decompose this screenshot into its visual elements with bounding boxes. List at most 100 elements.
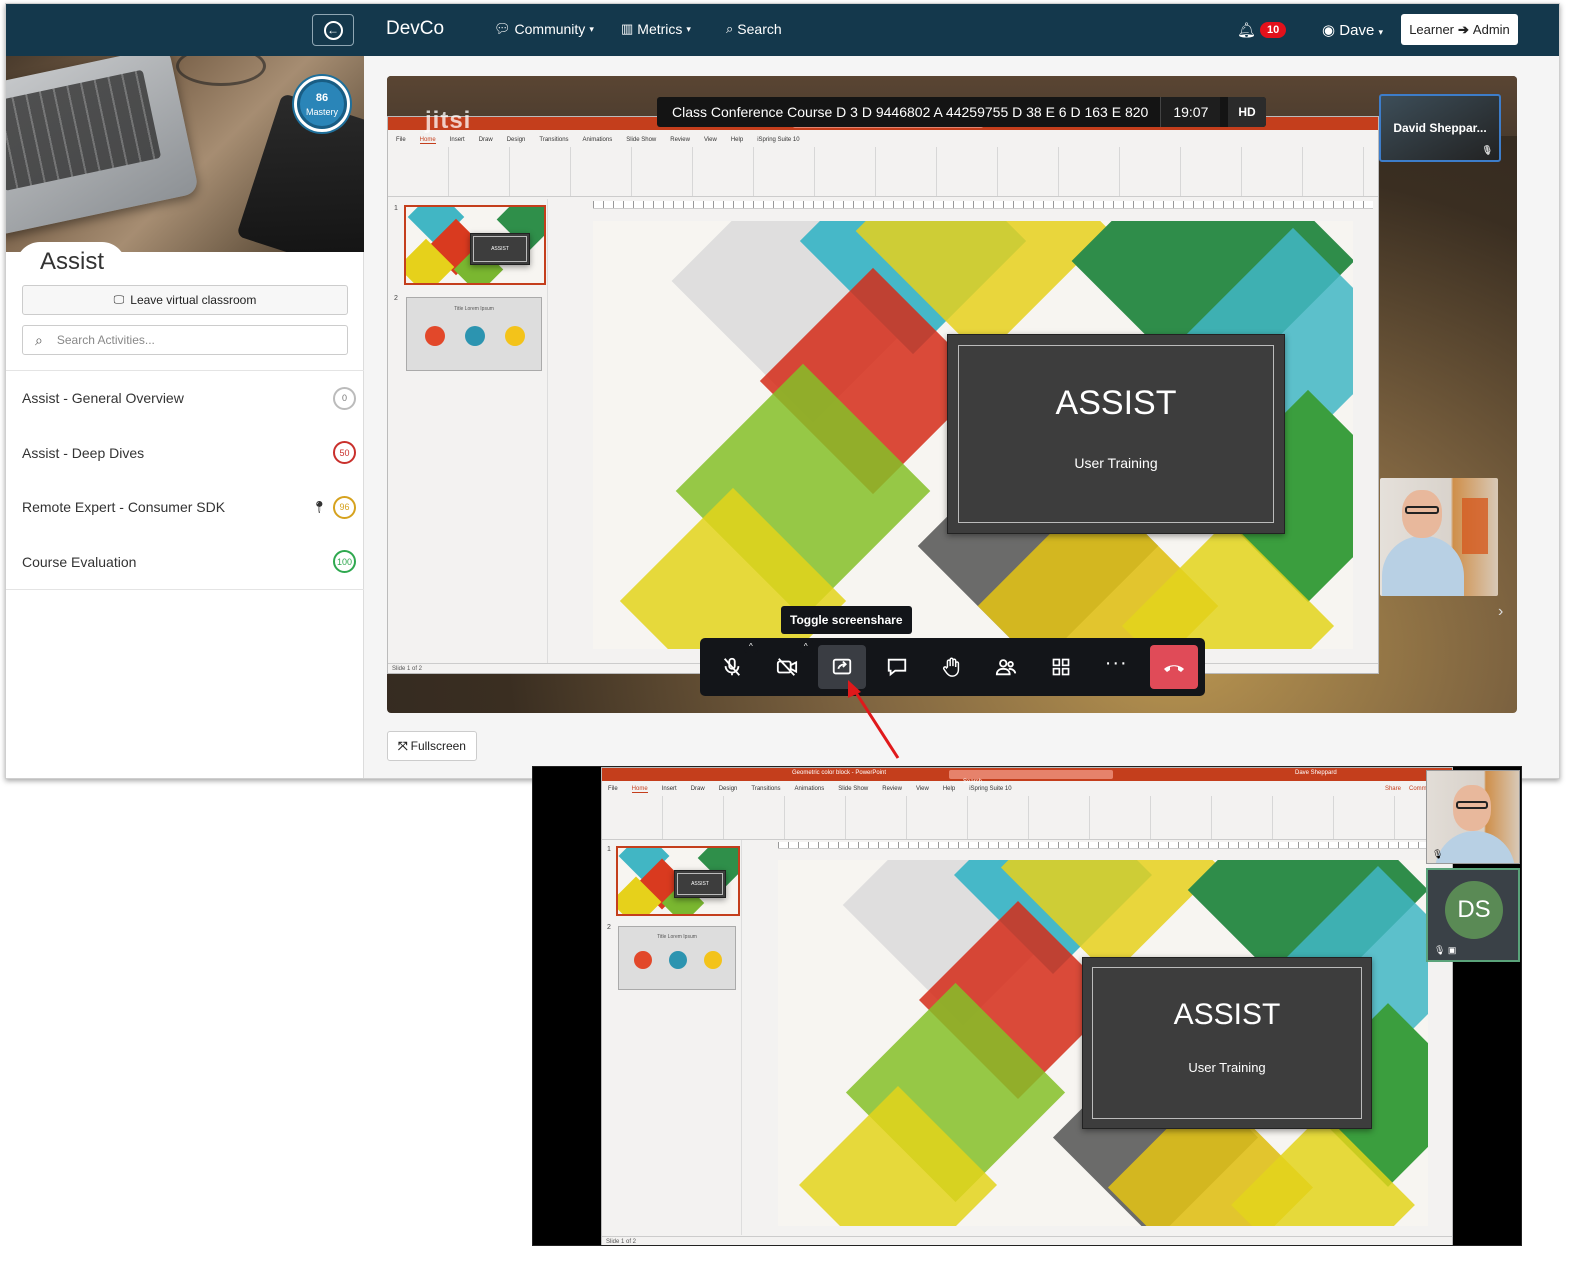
activity-item[interactable]: Course Evaluation 100 [6, 535, 364, 590]
screenshare-tooltip: Toggle screenshare [781, 606, 912, 634]
ppt-thumbnail-pane: 1 ASSIST 2 Title Lorem Ipsum [602, 840, 742, 1235]
ppt-menu-design[interactable]: Design [719, 786, 738, 793]
activity-item[interactable]: Assist - Deep Dives 50 [6, 426, 364, 481]
leave-classroom-button[interactable]: 🖵 Leave virtual classroom [22, 285, 348, 315]
ppt-menu-help[interactable]: Help [943, 786, 955, 793]
activity-item[interactable]: Assist - General Overview 0 [6, 371, 364, 426]
remote-participant-tile[interactable]: David Sheppar... 🎙︎ [1379, 94, 1501, 162]
user-circle-icon: ◉ [1322, 22, 1336, 39]
ppt-menu-home[interactable]: Home [631, 786, 648, 793]
ppt-statusbar: Slide 1 of 2 [602, 1236, 1452, 1245]
ppt-menu-ispring[interactable]: iSpring Suite 10 [969, 786, 1011, 793]
ppt-menu-transitions[interactable]: Transitions [751, 786, 780, 793]
chevron-up-icon[interactable]: ^ [798, 639, 813, 653]
ppt-menu-view[interactable]: View [704, 137, 717, 144]
video-quality-badge[interactable]: HD [1228, 97, 1266, 127]
participants-button[interactable] [982, 645, 1030, 689]
back-button[interactable]: ← [312, 14, 354, 46]
nav-metrics-label: Metrics [637, 21, 683, 37]
activity-item[interactable]: Remote Expert - Consumer SDK 📍︎ 96 [6, 480, 364, 535]
role-from: Learner [1409, 22, 1455, 37]
ppt-menu-ispring[interactable]: iSpring Suite 10 [757, 137, 799, 144]
participant-video-tile[interactable]: 🎙︎ [1426, 770, 1520, 864]
screenshare-toggle-button[interactable] [817, 645, 866, 689]
chat-icon [887, 658, 906, 677]
raise-hand-button[interactable] [928, 645, 976, 689]
fullscreen-button[interactable]: ⤧ Fullscreen [387, 731, 477, 761]
activity-title: Assist - Deep Dives [22, 444, 145, 461]
more-options-button[interactable]: ··· [1092, 645, 1140, 689]
chevron-up-icon[interactable]: ^ [743, 639, 758, 653]
ppt-menu-insert[interactable]: Insert [662, 786, 677, 793]
thumb2-title: Title Lorem Ipsum [657, 934, 697, 940]
local-video-thumbnail[interactable] [1380, 478, 1498, 596]
slide-number-2: 2 [394, 295, 398, 302]
chat-bubbles-icon: 💬︎ [494, 21, 511, 36]
mic-toggle-button[interactable]: ^ [708, 639, 758, 689]
ppt-menu-review[interactable]: Review [882, 786, 902, 793]
shared-powerpoint-large: Geometric color block - PowerPoint Searc… [601, 767, 1453, 1245]
activity-title: Remote Expert - Consumer SDK [22, 499, 226, 516]
mic-muted-icon: 🎙︎ [1432, 849, 1444, 859]
hang-up-button[interactable] [1150, 645, 1199, 689]
slide-title-box: ASSIST User Training [1082, 957, 1372, 1129]
mastery-value: 86 [315, 92, 329, 104]
notifications-button[interactable]: 🔔︎ 10 [1237, 21, 1287, 39]
screenshare-icon [832, 658, 851, 675]
ppt-menu-help[interactable]: Help [731, 137, 743, 144]
user-name: Dave [1339, 22, 1375, 39]
slide-thumbnail-1[interactable]: ASSIST [616, 846, 740, 916]
ppt-menu-view[interactable]: View [916, 786, 929, 793]
slide-thumbnail-2[interactable]: Title Lorem Ipsum [618, 926, 736, 990]
activity-score-badge: 96 [333, 495, 356, 519]
ppt-search[interactable]: Search [949, 770, 1113, 785]
ppt-menu-home[interactable]: Home [419, 137, 436, 144]
nav-search[interactable]: ⌕ Search [726, 21, 782, 37]
slide-thumbnail-1[interactable]: ASSIST [404, 205, 546, 285]
meeting-toolbar: ^ ^ ··· [700, 638, 1205, 696]
ppt-menu-transitions[interactable]: Transitions [539, 137, 568, 144]
thumb2-title: Title Lorem Ipsum [454, 306, 494, 312]
ppt-search-label: Search [963, 779, 983, 785]
arrow-right-icon: ➔ [1458, 21, 1469, 37]
ppt-menu-design[interactable]: Design [507, 137, 526, 144]
activity-search-input[interactable]: ⌕ Search Activities... [22, 325, 348, 355]
nav-metrics[interactable]: ▥ Metrics ▾ [621, 21, 691, 37]
slide-subtitle: User Training [1074, 454, 1158, 471]
activity-list: Assist - General Overview 0 Assist - Dee… [6, 370, 364, 590]
ppt-menu-draw[interactable]: Draw [691, 786, 705, 793]
activity-score-badge: 50 [333, 441, 356, 465]
ppt-share[interactable]: Share [1385, 786, 1401, 793]
ppt-menu-insert[interactable]: Insert [450, 137, 465, 144]
back-arrow-icon: ← [323, 20, 343, 40]
tile-view-button[interactable] [1037, 645, 1085, 689]
top-navbar: ← DevCo 💬︎ Community ▾ ▥ Metrics ▾ ⌕ Sea… [6, 4, 1559, 56]
nav-search-label: Search [737, 21, 782, 37]
ppt-menu-review[interactable]: Review [670, 137, 690, 144]
camera-toggle-button[interactable]: ^ [763, 639, 813, 689]
ppt-menu: File Home Insert Draw Design Transitions… [602, 786, 1452, 793]
camera-off-icon [776, 658, 797, 676]
ppt-menu-draw[interactable]: Draw [479, 137, 493, 144]
ppt-menu-slideshow[interactable]: Slide Show [626, 137, 656, 144]
role-switch-button[interactable]: Learner ➔ Admin [1401, 14, 1518, 45]
ppt-menu-file[interactable]: File [608, 786, 618, 793]
chat-button[interactable] [873, 645, 921, 689]
laptop-image [6, 56, 200, 237]
ppt-menu-file[interactable]: File [396, 137, 406, 144]
slide-title-box: ASSIST User Training [947, 334, 1285, 534]
bar-chart-icon: ▥ [621, 21, 634, 36]
ppt-titlebar: Geometric color block - PowerPoint Searc… [602, 768, 1452, 785]
chevron-right-icon[interactable]: › [1498, 603, 1503, 621]
brand-name[interactable]: DevCo [386, 18, 444, 40]
slide-thumbnail-2[interactable]: Title Lorem Ipsum [406, 297, 542, 371]
ppt-menu-animations[interactable]: Animations [583, 137, 613, 144]
activity-search-placeholder: Search Activities... [56, 333, 155, 347]
participant-avatar-tile[interactable]: DS 🎙︎ ▣ [1426, 868, 1520, 962]
mic-muted-icon: 🎙︎ [1481, 145, 1493, 155]
ppt-menu-animations[interactable]: Animations [795, 786, 825, 793]
nav-community[interactable]: 💬︎ Community ▾ [494, 21, 594, 37]
slide-number-1: 1 [394, 205, 398, 212]
user-menu[interactable]: ◉ Dave ▾ [1322, 21, 1383, 39]
ppt-menu-slideshow[interactable]: Slide Show [838, 786, 868, 793]
